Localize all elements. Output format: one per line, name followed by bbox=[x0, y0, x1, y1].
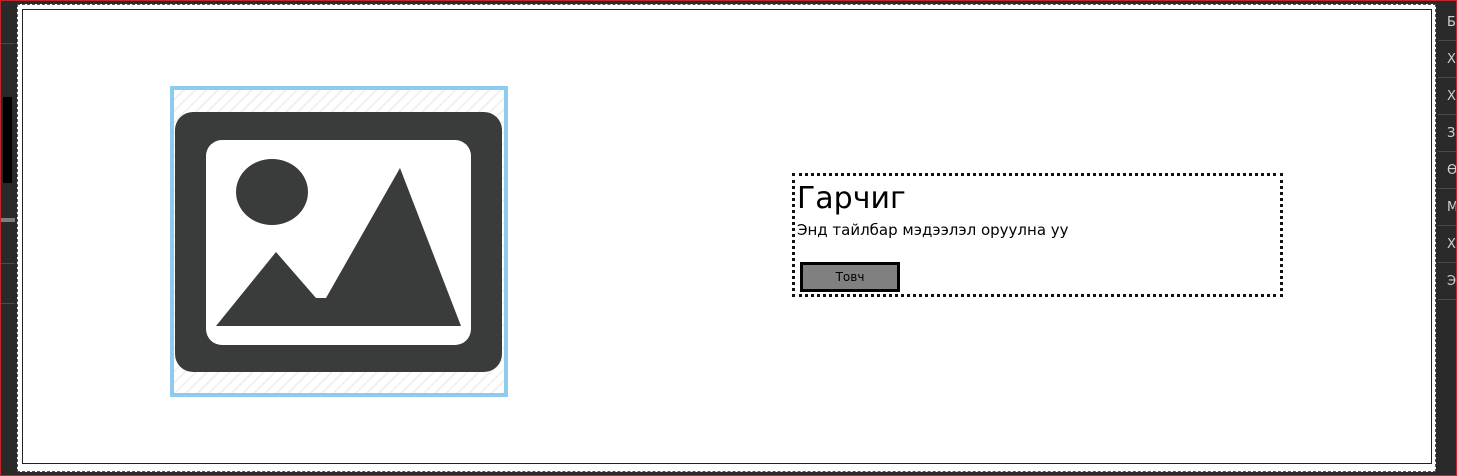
design-canvas[interactable]: Гарчиг Энд тайлбар мэдээлэл оруулна уу Т… bbox=[17, 4, 1436, 472]
image-icon bbox=[175, 112, 502, 372]
description-text[interactable]: Энд тайлбар мэдээлэл оруулна уу bbox=[797, 221, 1069, 239]
toolbar-block bbox=[3, 97, 12, 183]
text-block[interactable]: Гарчиг Энд тайлбар мэдээлэл оруулна уу Т… bbox=[792, 173, 1283, 297]
heading-text[interactable]: Гарчиг bbox=[797, 181, 906, 217]
sidebar-item-3[interactable]: Х bbox=[1438, 78, 1456, 115]
section-container[interactable]: Гарчиг Энд тайлбар мэдээлэл оруулна уу Т… bbox=[22, 9, 1432, 464]
left-toolbar bbox=[1, 1, 15, 473]
sidebar-item-5[interactable]: Ө bbox=[1438, 152, 1456, 189]
sidebar-item-4[interactable]: З bbox=[1438, 115, 1456, 152]
sidebar-item-7[interactable]: Х bbox=[1438, 226, 1456, 263]
right-sidebar: Б Х Х З Ө М Х Э bbox=[1438, 1, 1456, 473]
sidebar-item-6[interactable]: М bbox=[1438, 189, 1456, 226]
sidebar-item-2[interactable]: Х bbox=[1438, 41, 1456, 78]
toolbar-divider bbox=[1, 218, 15, 222]
primary-button[interactable]: Товч bbox=[800, 262, 900, 292]
sidebar-item-1[interactable]: Б bbox=[1438, 4, 1456, 41]
sidebar-item-8[interactable]: Э bbox=[1438, 263, 1456, 300]
image-placeholder[interactable] bbox=[170, 86, 508, 397]
